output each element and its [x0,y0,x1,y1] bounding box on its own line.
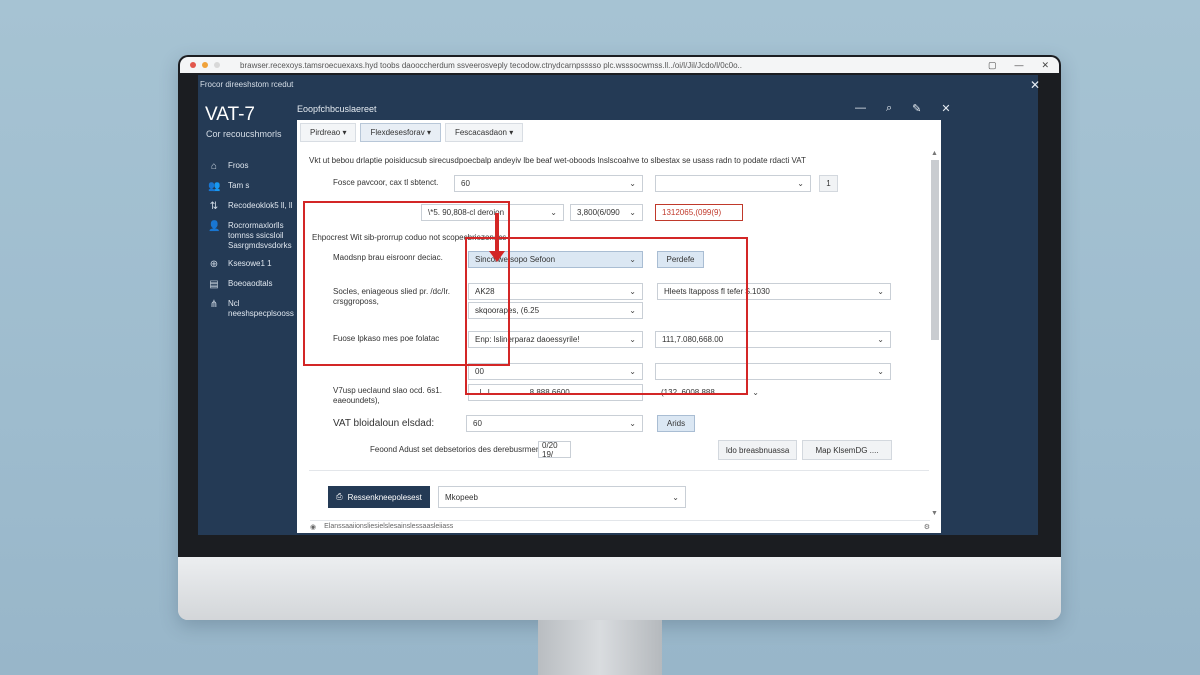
header-controls: — ⌕ ✎ ✕ [855,102,951,115]
chevron-down-icon: ⌄ [672,492,679,502]
edit-icon[interactable]: ✎ [912,102,921,115]
footer-select[interactable]: Mkopeeb ⌄ [438,486,686,508]
sidebar-item-home[interactable]: ⌂ Froos [208,161,298,173]
annotation-arrow-shaft [495,213,499,253]
person-icon: 👤 [208,221,221,232]
status-bar: ◉ Elanssaaiionsliesielslesainslessaaslei… [310,520,930,532]
app-close-icon[interactable]: ✕ [1030,78,1040,92]
chevron-down-icon: ⌄ [629,208,636,217]
users-icon: 👥 [208,181,221,192]
status-bar-text: Elanssaaiionsliesielslesainslessaasleiia… [324,523,454,530]
footer-select-value: Mkopeeb [445,492,478,502]
monitor-stand [538,620,662,675]
close-dot-icon[interactable] [190,62,196,68]
tab-flexdesesforav[interactable]: Flexdesesforav ▾ [360,123,441,142]
minimize-dot-icon[interactable] [202,62,208,68]
address-bar[interactable]: brawser.recexoys.tamsroecuexaxs.hyd toob… [240,61,800,70]
minimize-icon[interactable]: — [1014,60,1023,71]
scroll-down-icon[interactable]: ▼ [931,510,938,517]
row2-field-2-value: 3,800(6/090 [577,208,620,217]
sidebar-item-label: Tam s [228,181,250,190]
search-icon[interactable]: ⌕ [886,102,892,115]
minimize-icon[interactable]: — [855,102,866,115]
row10-button-2[interactable]: Map KlsemDG .... [802,440,892,460]
restore-icon[interactable]: ▢ [988,60,997,71]
row1-label: Fosce pavcoor, cax tl sbtenct. [333,178,439,187]
row1-select-value: 60 [461,179,470,188]
annotation-arrow-icon [489,251,505,262]
app-window-title: Frocor direeshstom rcedut [200,80,294,89]
window-controls: ▢ — ✕ [988,60,1049,71]
sidebar-item-users[interactable]: 👥 Tam s [208,181,298,193]
row2-field-2[interactable]: 3,800(6/090 ⌄ [570,204,643,221]
browser-title-bar: brawser.recexoys.tamsroecuexaxs.hyd toob… [180,57,1059,73]
row9-select[interactable]: 60 ⌄ [466,415,643,432]
calculator-icon: ⎙ [336,492,343,501]
chevron-down-icon: ⌄ [752,388,759,397]
scrollbar[interactable] [931,160,939,340]
tab-pirdreao[interactable]: Pirdreao ▾ [300,123,357,142]
row1-button[interactable]: 1 [819,175,838,192]
row2-highlighted-value[interactable]: 1312065,(099(9) [655,204,743,221]
chevron-down-icon: ⌄ [877,287,884,296]
close-icon[interactable]: ✕ [1041,60,1049,71]
primary-action-button[interactable]: ⎙ Ressenkneepolesest [328,486,430,508]
row8-label: V7usp ueclaund slao ocd. 6s1. eaeoundets… [333,386,442,405]
sidebar-item-label: Recodeoklok5 ll, ll [228,201,293,210]
page-header-title: Eoopfchbcuslaereet [297,104,377,114]
tab-fescacasdaon[interactable]: Fescacasdaon ▾ [444,123,524,142]
sidebar-item-label: Ksesowe1 1 [228,259,272,268]
sidebar-item-network[interactable]: ⋔ Ncl neeshspecplsooss [208,299,298,319]
tab-bar: Pirdreao ▾ Flexdesesforav ▾ Fescacasdaon… [300,123,524,142]
settings-icon[interactable]: ⚙ [924,523,930,531]
row10-button-1[interactable]: Ido breasbnuassa [718,440,797,460]
home-icon: ⌂ [210,161,218,172]
sidebar-title: VAT-7 [205,104,255,125]
close-icon[interactable]: ✕ [941,102,950,115]
sidebar-item-label: Ncl neeshspecplsooss [228,299,294,318]
form-description: Vkt ut bebou drlaptie poisiducsub sirecu… [309,156,806,165]
highlight-box-right [465,237,748,395]
maximize-dot-icon[interactable] [214,62,220,68]
chevron-down-icon: ⌄ [797,179,804,188]
sidebar-item-label: Rocrormaxlorlls tomnss ssicsloil Sasrgmd… [228,221,292,250]
chevron-down-icon: ⌄ [629,179,636,188]
scroll-up-icon[interactable]: ▲ [931,150,938,157]
row10-label: Feoond Adust set debsetorios des derebus… [370,445,550,454]
transfer-icon: ⇅ [209,201,219,212]
sidebar-item-person[interactable]: 👤 Rocrormaxlorlls tomnss ssicsloil Sasrg… [208,221,298,251]
row10-field[interactable]: 0/20 19/ [538,441,571,459]
info-icon: ◉ [310,523,317,531]
row1-select-2[interactable]: ⌄ [655,175,811,192]
sidebar-item-transfer[interactable]: ⇅ Recodeoklok5 ll, ll [208,201,298,213]
document-icon: ▤ [209,279,219,290]
sidebar-item-label: Froos [228,161,249,170]
globe-icon: ⊕ [209,259,219,270]
chevron-down-icon: ⌄ [877,335,884,344]
sidebar-nav: ⌂ Froos 👥 Tam s ⇅ Recodeoklok5 ll, ll 👤 … [208,161,298,327]
network-icon: ⋔ [209,299,219,310]
monitor-chin [178,557,1061,620]
chevron-down-icon: ⌄ [550,208,557,217]
row9-label: VAT bloidaloun elsdad: [333,418,435,429]
row9-button[interactable]: Arids [657,415,695,432]
sidebar-item-document[interactable]: ▤ Boeoaodtals [208,279,298,291]
row1-select[interactable]: 60 ⌄ [454,175,643,192]
divider [309,470,929,471]
chevron-down-icon: ⌄ [629,419,636,428]
chevron-down-icon: ⌄ [877,367,884,376]
sidebar-item-globe[interactable]: ⊕ Ksesowe1 1 [208,259,298,271]
sidebar-subtitle: Cor recoucshmorls [206,129,282,139]
row9-select-value: 60 [473,419,482,428]
sidebar-item-label: Boeoaodtals [228,279,273,288]
primary-action-label: Ressenkneepolesest [347,492,422,502]
